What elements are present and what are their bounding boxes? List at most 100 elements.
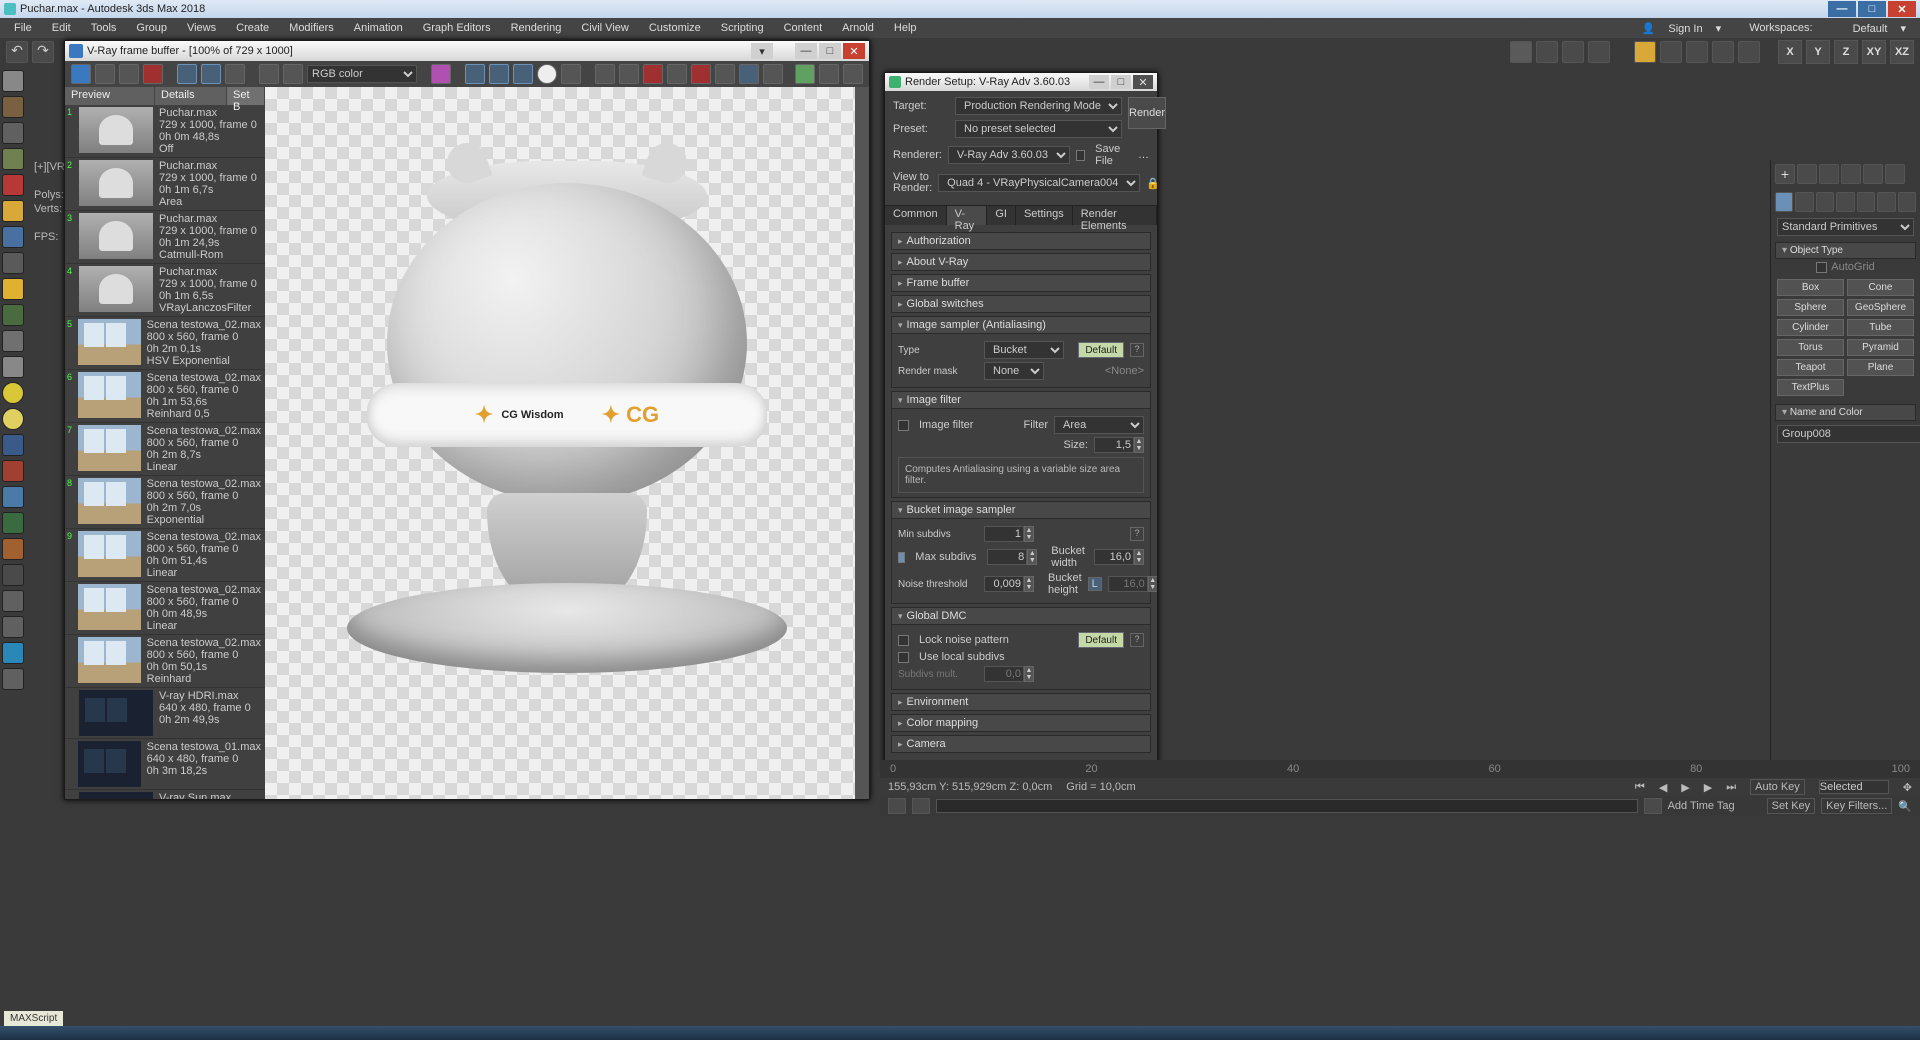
imgsampler-default-button[interactable]: Default (1078, 342, 1124, 358)
autogrid-checkbox[interactable] (1816, 262, 1827, 273)
locknoise-checkbox[interactable] (898, 635, 909, 646)
helpers-cat-icon[interactable] (1857, 192, 1875, 212)
primitive-button[interactable]: Box (1777, 279, 1844, 296)
toolbar-icon[interactable] (1510, 41, 1532, 63)
localsubdivs-checkbox[interactable] (898, 652, 909, 663)
toolbar-icon[interactable] (1634, 41, 1656, 63)
windows-taskbar[interactable] (0, 1026, 1920, 1040)
tab-common[interactable]: Common (885, 206, 947, 225)
spacewarps-cat-icon[interactable] (1877, 192, 1895, 212)
left-tool-icon[interactable] (2, 304, 24, 326)
track-icon[interactable] (912, 798, 930, 814)
history-item[interactable]: 5Scena testowa_02.max800 x 560, frame 00… (65, 317, 265, 370)
left-tool-icon[interactable] (2, 70, 24, 92)
menu-arnold[interactable]: Arnold (832, 22, 884, 34)
vfb-close-button[interactable]: ✕ (843, 43, 865, 59)
history-item[interactable]: 3Puchar.max729 x 1000, frame 00h 1m 24,9… (65, 211, 265, 264)
vfb-tool-icon[interactable] (259, 64, 279, 84)
shapes-cat-icon[interactable] (1795, 192, 1813, 212)
spinner-icon[interactable]: ▲▼ (1134, 549, 1144, 565)
workspaces-dropdown[interactable]: Default ▾ (1833, 22, 1916, 35)
roll-globalswitches[interactable]: Global switches (891, 295, 1151, 313)
menu-modifiers[interactable]: Modifiers (279, 22, 344, 34)
history-col-preview[interactable]: Preview (65, 87, 155, 105)
vfb-tool-icon[interactable] (763, 64, 783, 84)
filtersize-input[interactable] (1094, 437, 1134, 453)
rs-target-select[interactable]: Production Rendering Mode (955, 97, 1122, 115)
play-prev-icon[interactable]: ◀ (1659, 781, 1667, 794)
vfb-tool-icon[interactable] (691, 64, 711, 84)
menu-grapheditors[interactable]: Graph Editors (413, 22, 501, 34)
savefile-browse-button[interactable]: … (1138, 149, 1149, 161)
bucketheight-lock[interactable]: L (1088, 577, 1102, 591)
window-minimize-button[interactable]: — (1828, 1, 1856, 17)
redo-button[interactable] (32, 41, 54, 63)
noise-input[interactable] (984, 576, 1024, 592)
left-tool-icon[interactable] (2, 538, 24, 560)
history-item[interactable]: V-ray HDRI.max640 x 480, frame 00h 2m 49… (65, 688, 265, 739)
toolbar-icon[interactable] (1536, 41, 1558, 63)
lights-cat-icon[interactable] (1816, 192, 1834, 212)
left-tool-icon[interactable] (2, 564, 24, 586)
help-icon[interactable]: ? (1130, 343, 1144, 357)
help-icon[interactable]: ? (1130, 527, 1144, 541)
vfb-clear-icon[interactable] (143, 64, 163, 84)
left-tool-icon[interactable] (2, 174, 24, 196)
menu-civilview[interactable]: Civil View (571, 22, 638, 34)
primitive-button[interactable]: Torus (1777, 339, 1844, 356)
vfb-tool-icon[interactable] (843, 64, 863, 84)
axis-xz-button[interactable]: XZ (1890, 40, 1914, 64)
left-tool-icon[interactable] (2, 434, 24, 456)
axis-xy-button[interactable]: XY (1862, 40, 1886, 64)
history-item[interactable]: 2Puchar.max729 x 1000, frame 00h 1m 6,7s… (65, 158, 265, 211)
history-item[interactable]: 4Puchar.max729 x 1000, frame 00h 1m 6,5s… (65, 264, 265, 317)
vfb-titlebar[interactable]: V-Ray frame buffer - [100% of 729 x 1000… (65, 41, 869, 61)
play-icon[interactable]: ▶ (1681, 781, 1689, 794)
history-item[interactable]: Scena testowa_02.max800 x 560, frame 00h… (65, 582, 265, 635)
menu-create[interactable]: Create (226, 22, 279, 34)
history-item[interactable]: Scena testowa_02.max800 x 560, frame 00h… (65, 635, 265, 688)
vfb-minimize-button[interactable]: — (795, 43, 817, 59)
rendermask-select[interactable]: None (984, 362, 1044, 380)
vfb-tool-icon[interactable] (431, 64, 451, 84)
primitive-button[interactable]: Cylinder (1777, 319, 1844, 336)
signin-button[interactable]: 👤 Sign In ▾ (1634, 20, 1730, 37)
vfb-dropdown-button[interactable]: ▾ (751, 43, 773, 59)
imagefilter-checkbox[interactable] (898, 420, 909, 431)
primitive-button[interactable]: GeoSphere (1847, 299, 1914, 316)
vfb-tool-icon[interactable] (283, 64, 303, 84)
roll-imagesampler[interactable]: Image sampler (Antialiasing) (891, 316, 1151, 334)
vfb-g-icon[interactable] (489, 64, 509, 84)
vfb-render-view[interactable]: ✦CG Wisdom✦ CG (265, 87, 869, 799)
history-item[interactable]: 1Puchar.max729 x 1000, frame 00h 0m 48,8… (65, 105, 265, 158)
left-tool-icon[interactable] (2, 642, 24, 664)
timeline-ruler[interactable]: 02040 6080100 (880, 760, 1920, 778)
toolbar-icon[interactable] (1686, 41, 1708, 63)
nav-icon[interactable]: 🔍 (1898, 800, 1912, 813)
left-tool-icon[interactable] (2, 148, 24, 170)
vfb-tool-icon[interactable] (739, 64, 759, 84)
menu-customize[interactable]: Customize (639, 22, 711, 34)
primitive-button[interactable]: Teapot (1777, 359, 1844, 376)
toolbar-icon[interactable] (1588, 41, 1610, 63)
maxscript-listener[interactable]: MAXScript (4, 1011, 63, 1026)
vfb-mono-icon[interactable] (225, 64, 245, 84)
systems-cat-icon[interactable] (1898, 192, 1916, 212)
history-col-details[interactable]: Details (155, 87, 227, 105)
vfb-tool-icon[interactable] (667, 64, 687, 84)
create-tab-icon[interactable] (1775, 164, 1795, 184)
geometry-cat-icon[interactable] (1775, 192, 1793, 212)
objecttype-rollout[interactable]: Object Type (1775, 242, 1916, 259)
play-last-icon[interactable]: ⏭ (1726, 781, 1736, 794)
vfb-maximize-button[interactable]: □ (819, 43, 841, 59)
display-tab-icon[interactable] (1863, 164, 1883, 184)
rs-titlebar[interactable]: Render Setup: V-Ray Adv 3.60.03 — □ ✕ (885, 73, 1157, 91)
left-tool-icon[interactable] (2, 200, 24, 222)
left-tool-icon[interactable] (2, 512, 24, 534)
nav-icon[interactable]: ✥ (1903, 781, 1912, 794)
vfb-tool-icon[interactable] (537, 64, 557, 84)
vfb-tool-icon[interactable] (619, 64, 639, 84)
vfb-tool-icon[interactable] (795, 64, 815, 84)
vfb-b-icon[interactable] (513, 64, 533, 84)
axis-z-button[interactable]: Z (1834, 40, 1858, 64)
